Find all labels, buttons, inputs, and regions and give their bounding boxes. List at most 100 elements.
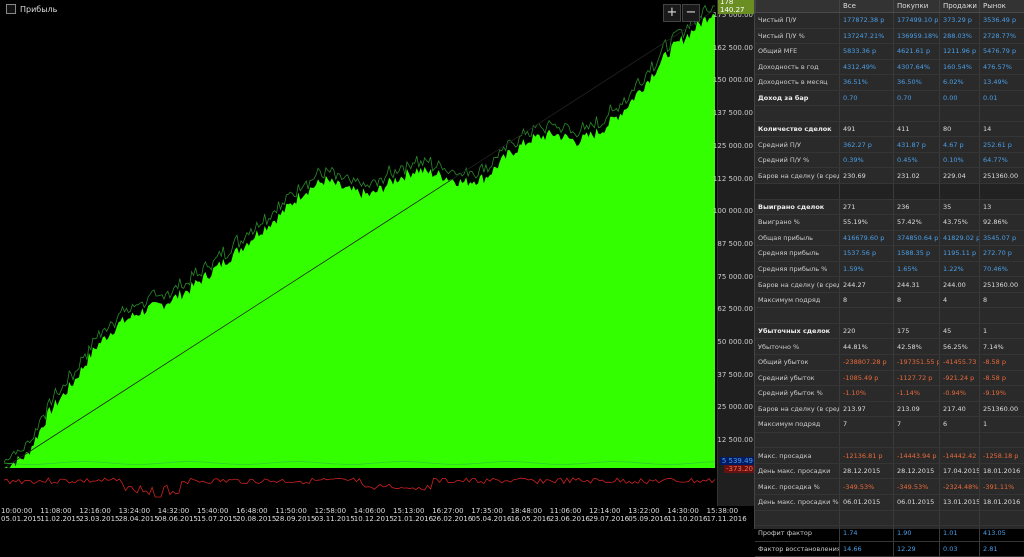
stats-row: Средняя прибыль % 1.59% 1.65% 1.22% 70.46% [755, 261, 1024, 278]
stats-row: Чистый П/У 177872.38 р 177499.10 р 373.29 р… [755, 13, 1024, 29]
stats-cell: 244.27 [839, 277, 893, 292]
stats-cell [979, 432, 1024, 448]
drawdown-line [3, 477, 716, 498]
x-tick-date: 16.05.2016 [510, 515, 551, 523]
stats-cell: 175 [893, 323, 939, 339]
stats-row: Средний П/У 362.27 р 431.87 р 4.67 р 252.61 … [755, 137, 1024, 153]
stats-row: Максимум подряд 7 7 6 1 [755, 417, 1024, 433]
stats-row [755, 432, 1024, 449]
x-tick-time: 15:40:00 [197, 507, 229, 515]
stats-row: Макс. просадка % -349.53% -349.53% -2324.48… [755, 479, 1024, 495]
stats-column-header[interactable]: Все [839, 0, 893, 12]
stats-row-label: День макс. просадки % [758, 498, 839, 507]
y-value-badge-mid: 5 539.49 [719, 457, 755, 465]
stats-column-header[interactable]: Покупки [893, 0, 939, 12]
stats-cell: 251360.00 [979, 168, 1024, 184]
y-value-badge-top: 178 140.27 [718, 0, 755, 14]
x-tick-label: 15:13:00 21.01.2016 [393, 507, 433, 523]
stats-cell: 12.29 [893, 541, 939, 557]
stats-cell: 35 [939, 199, 979, 215]
stats-cell: 0.39% [839, 152, 893, 168]
stats-cell [979, 510, 1024, 526]
x-tick-time: 12:14:00 [589, 507, 621, 515]
stats-row [755, 184, 1024, 200]
stats-cell: 14 [979, 121, 1024, 137]
stats-row-label: Убыточных сделок [758, 327, 831, 336]
stats-cell: 41829.02 р [939, 230, 979, 246]
equity-chart[interactable] [0, 0, 717, 506]
stats-row: Общая прибыль 416679.60 р 374850.64 р 41829… [755, 230, 1024, 247]
x-axis[interactable]: 10:00:00 05.01.2015 11:08:00 11.02.2015 12:1… [0, 506, 754, 529]
stats-cell [939, 510, 979, 526]
equity-area [4, 13, 715, 469]
stats-cell: 06.01.2015 [839, 494, 893, 510]
chart-toggle-checkbox[interactable] [6, 4, 16, 14]
x-tick-date: 08.06.2015 [157, 515, 198, 523]
stats-cell: 2.81 [979, 541, 1024, 557]
stats-row: Средний П/У % 0.39% 0.45% 0.10% 64.77% [755, 152, 1024, 169]
equity-chart-panel[interactable]: Прибыль + − 175 000.00 162 500.00 150 000.… [0, 0, 755, 529]
x-tick-date: 23.06.2016 [549, 515, 590, 523]
stats-row-label: Баров на сделку (в среднем) [758, 171, 839, 180]
stats-cell: 374850.64 р [893, 230, 939, 246]
stats-row [755, 510, 1024, 527]
y-tick-label: 62 500.00 [717, 305, 753, 314]
x-tick-time: 17:35:00 [471, 507, 503, 515]
stats-cell: 136959.18% [893, 28, 939, 44]
stats-cell [839, 308, 893, 323]
y-tick-label: 112 500.00 [712, 174, 753, 183]
y-tick-label: 87 500.00 [717, 239, 753, 248]
stats-cell: 2728.77% [979, 28, 1024, 44]
stats-cell: 244.31 [893, 277, 939, 292]
stats-column-header[interactable] [755, 0, 839, 12]
stats-cell: -12136.81 р [839, 448, 893, 463]
stats-row-label: Средний убыток % [758, 389, 823, 398]
stats-cell: 13.49% [979, 75, 1024, 90]
zoom-out-button[interactable]: − [682, 4, 700, 22]
stats-cell: 0.70 [839, 90, 893, 106]
stats-cell: 271 [839, 199, 893, 215]
stats-cell: 13.01.2015 [939, 494, 979, 510]
x-tick-date: 29.07.2016 [589, 515, 630, 523]
stats-cell: 1.74 [839, 526, 893, 541]
stats-cell: 4621.61 р [893, 44, 939, 59]
x-tick-date: 28.09.2015 [275, 515, 316, 523]
stats-row: Профит фактор 1.74 1.90 1.01 413.05 [755, 526, 1024, 542]
y-tick-label: 12 500.00 [717, 436, 753, 445]
x-tick-time: 13:24:00 [118, 507, 151, 515]
stats-cell: 1195.11 р [939, 246, 979, 261]
stats-cell: 1211.96 р [939, 44, 979, 59]
stats-row-label: Максимум подряд [758, 296, 821, 305]
stats-cell: -9.19% [979, 386, 1024, 401]
stats-column-header[interactable]: Продажи [939, 0, 979, 12]
stats-cell: 3536.49 р [979, 13, 1024, 28]
stats-cell: 220 [839, 323, 893, 339]
stats-column-header[interactable]: Рынок [979, 0, 1024, 12]
stats-cell: -8.58 р [979, 355, 1024, 370]
chart-title-label: Прибыль [20, 4, 58, 14]
stats-row: Выиграно сделок 271 236 35 13 [755, 199, 1024, 216]
stats-cell [939, 308, 979, 323]
x-tick-label: 18:48:00 16.05.2016 [511, 507, 551, 523]
x-tick-date: 03.11.2015 [314, 515, 355, 523]
y-tick-label: 75 000.00 [717, 272, 753, 281]
stats-row-label: Чистый П/У [758, 16, 797, 25]
stats-row-label: Общая прибыль [758, 233, 813, 242]
stats-row-label: Общий убыток [758, 358, 809, 367]
x-tick-label: 15:38:00 17.11.2016 [707, 507, 747, 523]
stats-cell [839, 432, 893, 448]
stats-cell: 56.25% [939, 339, 979, 355]
stats-row: Убыточных сделок 220 175 45 1 [755, 323, 1024, 340]
x-tick-label: 16:48:00 20.08.2015 [236, 507, 276, 523]
stats-row-label [755, 308, 839, 323]
x-tick-label: 11:50:00 28.09.2015 [275, 507, 315, 523]
stats-row: Баров на сделку (в среднем)244.27244.312… [755, 277, 1024, 293]
stats-cell: -41455.73 р [939, 355, 979, 370]
y-axis[interactable]: 175 000.00 162 500.00 150 000.00 137 500.00… [713, 0, 755, 506]
stats-row-label: Выиграно % [758, 218, 800, 227]
stats-cell: 177499.10 р [893, 13, 939, 28]
zoom-in-button[interactable]: + [663, 4, 681, 22]
stats-cell: -8.58 р [979, 370, 1024, 386]
stats-cell: 0.03 [939, 541, 979, 557]
stats-cell: 431.87 р [893, 137, 939, 152]
